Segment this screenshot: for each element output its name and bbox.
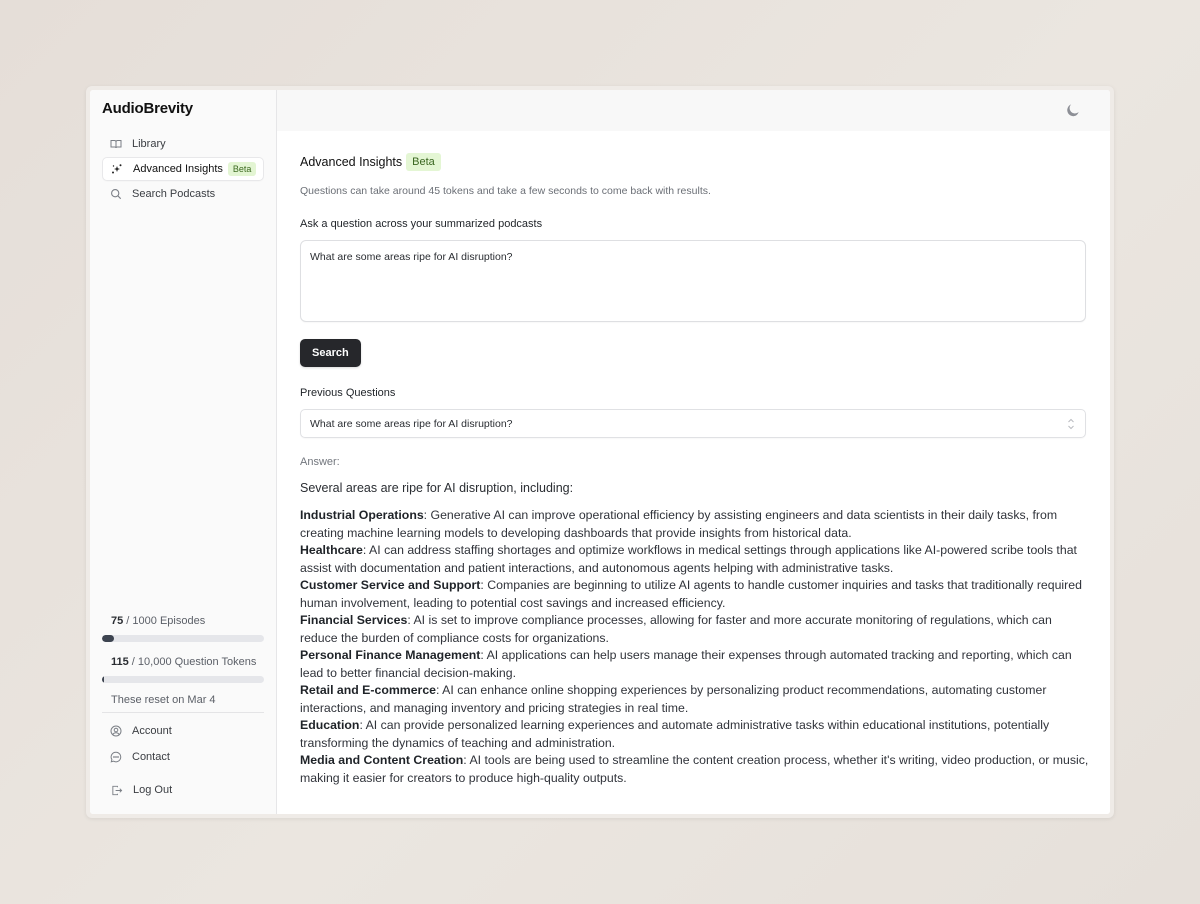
sidebar-bottom-nav: Account Contact — [102, 718, 264, 770]
main-content: Advanced Insights Beta Questions can tak… — [300, 131, 1090, 787]
sparkles-icon — [111, 163, 123, 175]
app-window: AudioBrevity Library Advanced Insights B… — [86, 86, 1114, 818]
user-circle-icon — [110, 725, 122, 737]
answer-item-heading: Customer Service and Support — [300, 578, 481, 592]
reset-date-text: These reset on Mar 4 — [102, 694, 264, 713]
answer-item: Personal Finance Management: AI applicat… — [300, 647, 1090, 682]
answer-item-heading: Personal Finance Management — [300, 648, 481, 662]
tokens-used-count: 115 — [111, 656, 129, 668]
usage-panel: 75 / 1000 Episodes 115 / 10,000 Question… — [102, 614, 264, 713]
answer-item: Financial Services: AI is set to improve… — [300, 612, 1090, 647]
sidebar-item-advanced-insights[interactable]: Advanced Insights Beta — [102, 157, 264, 181]
answer-item-heading: Healthcare — [300, 543, 363, 557]
chat-bubble-icon — [110, 751, 122, 763]
question-input[interactable] — [300, 240, 1086, 322]
token-hint-text: Questions can take around 45 tokens and … — [300, 185, 711, 197]
answer-item-text: : AI is set to improve compliance proces… — [300, 613, 1052, 645]
sidebar-nav: Library Advanced Insights Beta Search Po… — [102, 132, 264, 207]
answer-item: Industrial Operations: Generative AI can… — [300, 507, 1090, 542]
tokens-progress-fill — [102, 676, 104, 683]
sidebar-item-label: Account — [132, 724, 172, 737]
tokens-limit-text: / 10,000 Question Tokens — [128, 656, 257, 668]
search-button[interactable]: Search — [300, 339, 361, 367]
logout-button[interactable]: Log Out — [102, 778, 264, 802]
beta-badge: Beta — [227, 162, 257, 176]
app-container: AudioBrevity Library Advanced Insights B… — [90, 90, 1110, 814]
page-title: Advanced Insights — [300, 155, 403, 169]
answer-item-text: : AI can provide personalized learning e… — [300, 718, 1050, 750]
sidebar-item-label: Advanced Insights — [133, 163, 223, 175]
sidebar-item-label: Search Podcasts — [132, 188, 216, 200]
answer-item: Education: AI can provide personalized l… — [300, 717, 1090, 752]
top-bar — [277, 90, 1110, 131]
answer-item-text: : AI can address staffing shortages and … — [300, 543, 1077, 575]
sidebar-item-library[interactable]: Library — [102, 132, 264, 156]
answer-item: Retail and E-commerce: AI can enhance on… — [300, 682, 1090, 717]
answer-label: Answer: — [300, 456, 340, 468]
answer-item-heading: Financial Services — [300, 613, 408, 627]
answer-intro: Several areas are ripe for AI disruption… — [300, 481, 574, 495]
answer-item-heading: Industrial Operations — [300, 508, 424, 522]
answer-item: Media and Content Creation: AI tools are… — [300, 752, 1090, 787]
answer-item-heading: Retail and E-commerce — [300, 683, 436, 697]
beta-badge: Beta — [406, 153, 441, 171]
answer-item-heading: Media and Content Creation — [300, 753, 464, 767]
sidebar: AudioBrevity Library Advanced Insights B… — [90, 90, 277, 814]
moon-icon[interactable] — [1066, 103, 1080, 117]
previous-questions-label: Previous Questions — [300, 387, 396, 399]
tokens-progress-bar — [102, 676, 264, 683]
episodes-used-count: 75 — [111, 615, 124, 627]
previous-questions-select[interactable]: What are some areas ripe for AI disrupti… — [300, 409, 1086, 438]
answer-list: Industrial Operations: Generative AI can… — [300, 507, 1090, 787]
main-panel: Advanced Insights Beta Questions can tak… — [277, 90, 1110, 814]
logout-label: Log Out — [133, 784, 173, 796]
book-icon — [110, 138, 122, 150]
sidebar-item-label: Contact — [132, 750, 170, 763]
episodes-limit-text: / 1000 Episodes — [123, 615, 206, 627]
episodes-progress-bar — [102, 635, 264, 642]
episodes-usage-label: 75 / 1000 Episodes — [102, 614, 264, 628]
app-logo[interactable]: AudioBrevity — [102, 100, 193, 117]
tokens-usage-label: 115 / 10,000 Question Tokens — [102, 655, 264, 669]
selected-question: What are some areas ripe for AI disrupti… — [310, 417, 513, 430]
page-header: Advanced Insights Beta — [300, 153, 1087, 171]
sidebar-item-search-podcasts[interactable]: Search Podcasts — [102, 182, 264, 206]
episodes-progress-fill — [102, 635, 115, 642]
logout-icon — [111, 784, 123, 796]
answer-item-heading: Education — [300, 718, 360, 732]
question-label: Ask a question across your summarized po… — [300, 218, 543, 230]
search-icon — [110, 188, 122, 200]
answer-item: Healthcare: AI can address staffing shor… — [300, 542, 1090, 577]
sidebar-item-contact[interactable]: Contact — [102, 744, 264, 769]
sidebar-item-account[interactable]: Account — [102, 718, 264, 743]
logout-section: Log Out — [102, 778, 264, 803]
chevron-up-down-icon — [1067, 417, 1075, 431]
sidebar-item-label: Library — [132, 138, 166, 150]
answer-item: Customer Service and Support: Companies … — [300, 577, 1090, 612]
